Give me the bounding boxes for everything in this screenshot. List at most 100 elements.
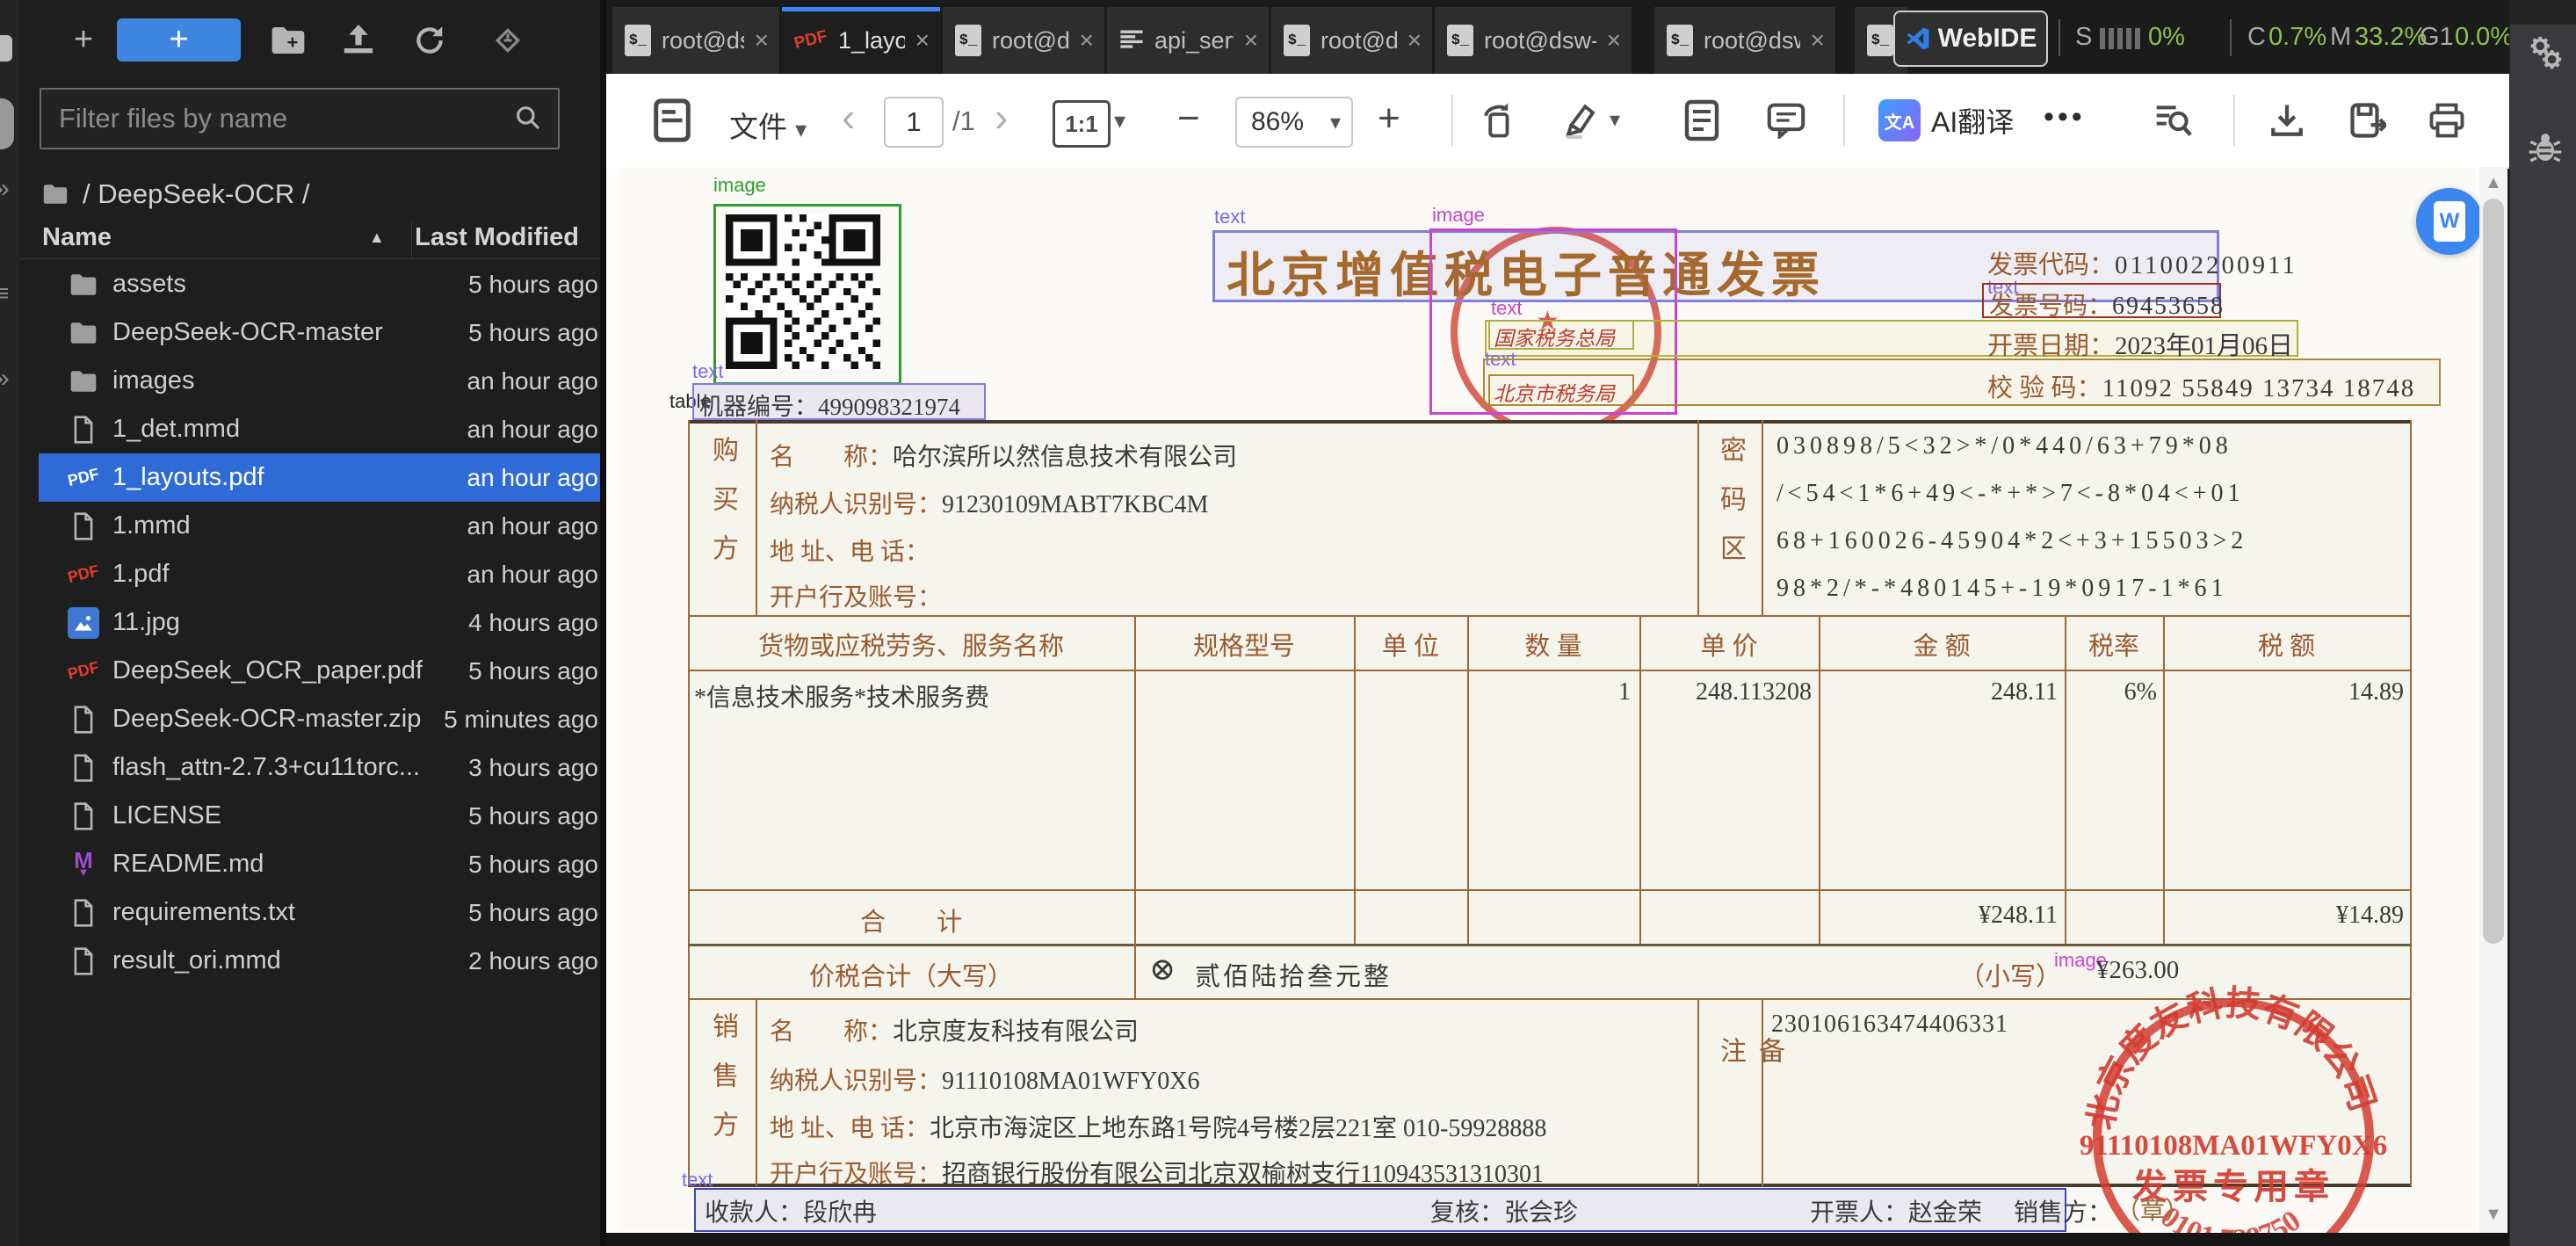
git-icon[interactable] [487, 19, 529, 62]
file-icon [63, 416, 104, 444]
tab-terminal[interactable]: $_ root@dsw-1× [612, 7, 779, 74]
password-line-1: 030898/5<32>*/0*440/63+79*08 [1776, 432, 2232, 460]
gears-icon[interactable] [2524, 32, 2566, 74]
pdf-icon: PDF [62, 464, 105, 492]
file-row[interactable]: M▼ README.md5 hours ago [39, 840, 619, 888]
file-row[interactable]: DeepSeek-OCR-master.zip5 minutes ago [39, 695, 619, 743]
tab-pdf-active[interactable]: PDF 1_layouts.pd× [782, 7, 940, 74]
zoom-out-button[interactable]: − [1177, 97, 1200, 141]
word-export-button[interactable]: W [2416, 188, 2483, 255]
panel-divider[interactable] [600, 0, 606, 1246]
footer-review: 复核：张会珍 [1430, 1193, 1578, 1228]
file-menu[interactable]: 文件 ▾ [729, 104, 807, 146]
highlighter-icon[interactable] [1557, 97, 1604, 144]
terminal-icon: $_ [625, 25, 651, 56]
download-icon[interactable] [2263, 97, 2311, 144]
activity-bar: » ≡ » [0, 0, 20, 1246]
zoom-select[interactable]: 86% ▾ [1235, 97, 1353, 148]
tab-terminal[interactable]: $_ root@dsw-1× [943, 7, 1104, 74]
folder-icon [63, 322, 104, 344]
ai-translate-icon: 文A [1878, 99, 1921, 141]
notes-icon[interactable] [1678, 97, 1726, 144]
file-row[interactable]: 1_det.mmdan hour ago [39, 405, 619, 453]
panel-icon[interactable] [648, 97, 696, 144]
file-row[interactable]: 11.jpg4 hours ago [39, 598, 619, 647]
chevron-right-icon[interactable]: » [0, 364, 10, 394]
file-row[interactable]: DeepSeek-OCR-master5 hours ago [39, 308, 619, 357]
new-folder-icon[interactable]: + [267, 19, 309, 62]
file-row[interactable]: PDF DeepSeek_OCR_paper.pdf5 hours ago [39, 647, 619, 695]
terminal-icon: $_ [1667, 25, 1693, 56]
column-name[interactable]: Name [42, 223, 112, 252]
tab-log[interactable]: api_server.lo× [1107, 7, 1269, 74]
close-icon[interactable]: × [1080, 26, 1094, 54]
tab-terminal[interactable]: $_ root@dsw-1× [1654, 7, 1835, 74]
save-export-icon[interactable] [2344, 97, 2391, 144]
close-icon[interactable]: × [1811, 26, 1825, 54]
page-input[interactable]: 1 [884, 97, 944, 148]
file-explorer: + + + Filter files by name / DeepSeek-OC… [19, 0, 600, 1246]
table-line [688, 889, 2412, 891]
close-icon[interactable]: × [1407, 26, 1422, 54]
new-launcher-button[interactable]: + [117, 18, 241, 62]
chevron-right-icon[interactable]: » [0, 174, 10, 204]
rotate-icon[interactable] [1474, 97, 1522, 144]
ocr-label-text: text [692, 360, 723, 383]
scrollbar[interactable]: ▲ ▼ [2479, 167, 2507, 1233]
plus-icon[interactable]: + [62, 16, 105, 63]
ai-translate-button[interactable]: 文A AI翻译 [1878, 97, 2014, 144]
close-icon[interactable]: × [755, 26, 769, 54]
bug-icon[interactable] [2526, 128, 2565, 167]
breadcrumb[interactable]: / DeepSeek-OCR / [42, 174, 309, 214]
file-row[interactable]: flash_attn-2.7.3+cu11torc...3 hours ago [39, 743, 619, 792]
scroll-up-icon[interactable]: ▲ [2479, 170, 2507, 195]
zoom-value: 86% [1251, 107, 1304, 137]
file-row-selected[interactable]: PDF 1_layouts.pdfan hour ago [39, 453, 619, 502]
file-row[interactable]: requirements.txt5 hours ago [39, 888, 619, 937]
refresh-icon[interactable] [409, 19, 451, 62]
tab-terminal[interactable]: $_ root@dsw-1× [1271, 7, 1432, 74]
column-last-modified[interactable]: Last Modified [415, 223, 579, 252]
total-amount: ¥248.11 [1819, 902, 2058, 930]
close-icon[interactable]: × [1607, 26, 1621, 54]
activity-partial-icon[interactable] [0, 35, 12, 62]
dropdown-icon[interactable]: ▾ [1610, 107, 1620, 133]
upload-icon[interactable] [337, 19, 380, 62]
footer-seller: 销售方： [2014, 1193, 2112, 1228]
dropdown-icon[interactable]: ▾ [1114, 107, 1125, 134]
storage-label: S [2075, 23, 2092, 52]
cpu-value: 0.7% [2268, 23, 2326, 52]
stamp-text2: 北京市税务局 [1494, 377, 1615, 407]
file-row[interactable]: PDF 1.pdfan hour ago [39, 550, 619, 598]
active-tab-indicator [782, 7, 940, 11]
zoom-in-button[interactable]: + [1378, 97, 1400, 141]
close-icon[interactable]: × [1244, 26, 1258, 54]
comment-icon[interactable] [1762, 97, 1810, 144]
file-row[interactable]: imagesan hour ago [39, 357, 619, 405]
search-document-icon[interactable] [2149, 97, 2196, 144]
remark-side-label: 备注 [1711, 1037, 1788, 1160]
close-icon[interactable]: × [915, 26, 930, 54]
filter-input[interactable]: Filter files by name [40, 88, 560, 149]
file-row[interactable]: result_ori.mmd2 hours ago [39, 937, 619, 985]
file-row[interactable]: LICENSE5 hours ago [39, 792, 619, 840]
scrollbar-thumb[interactable] [2483, 199, 2504, 944]
list-icon[interactable]: ≡ [0, 279, 9, 308]
fit-mode-button[interactable]: 1:1 [1053, 100, 1111, 148]
sort-ascending-icon[interactable]: ▲ [369, 228, 385, 247]
prev-page-button[interactable]: ‹ [842, 93, 855, 141]
next-page-button[interactable]: › [995, 93, 1008, 141]
search-icon[interactable] [510, 100, 546, 135]
col-header: 数 量 [1467, 626, 1639, 663]
webide-button[interactable]: WebIDE [1893, 11, 2048, 67]
table-line [1134, 615, 1136, 998]
file-row[interactable]: 1.mmdan hour ago [39, 502, 619, 550]
scroll-down-icon[interactable]: ▼ [2479, 1202, 2507, 1227]
more-dots-icon[interactable]: ••• [2044, 100, 2086, 134]
print-icon[interactable] [2423, 97, 2471, 144]
file-icon [63, 899, 104, 927]
tab-terminal[interactable]: $_ root@dsw-1× [1435, 7, 1632, 74]
file-row[interactable]: assets5 hours ago [39, 260, 619, 308]
mem-value: 33.2% [2355, 23, 2427, 52]
scrollbar-thumb[interactable] [0, 98, 14, 149]
